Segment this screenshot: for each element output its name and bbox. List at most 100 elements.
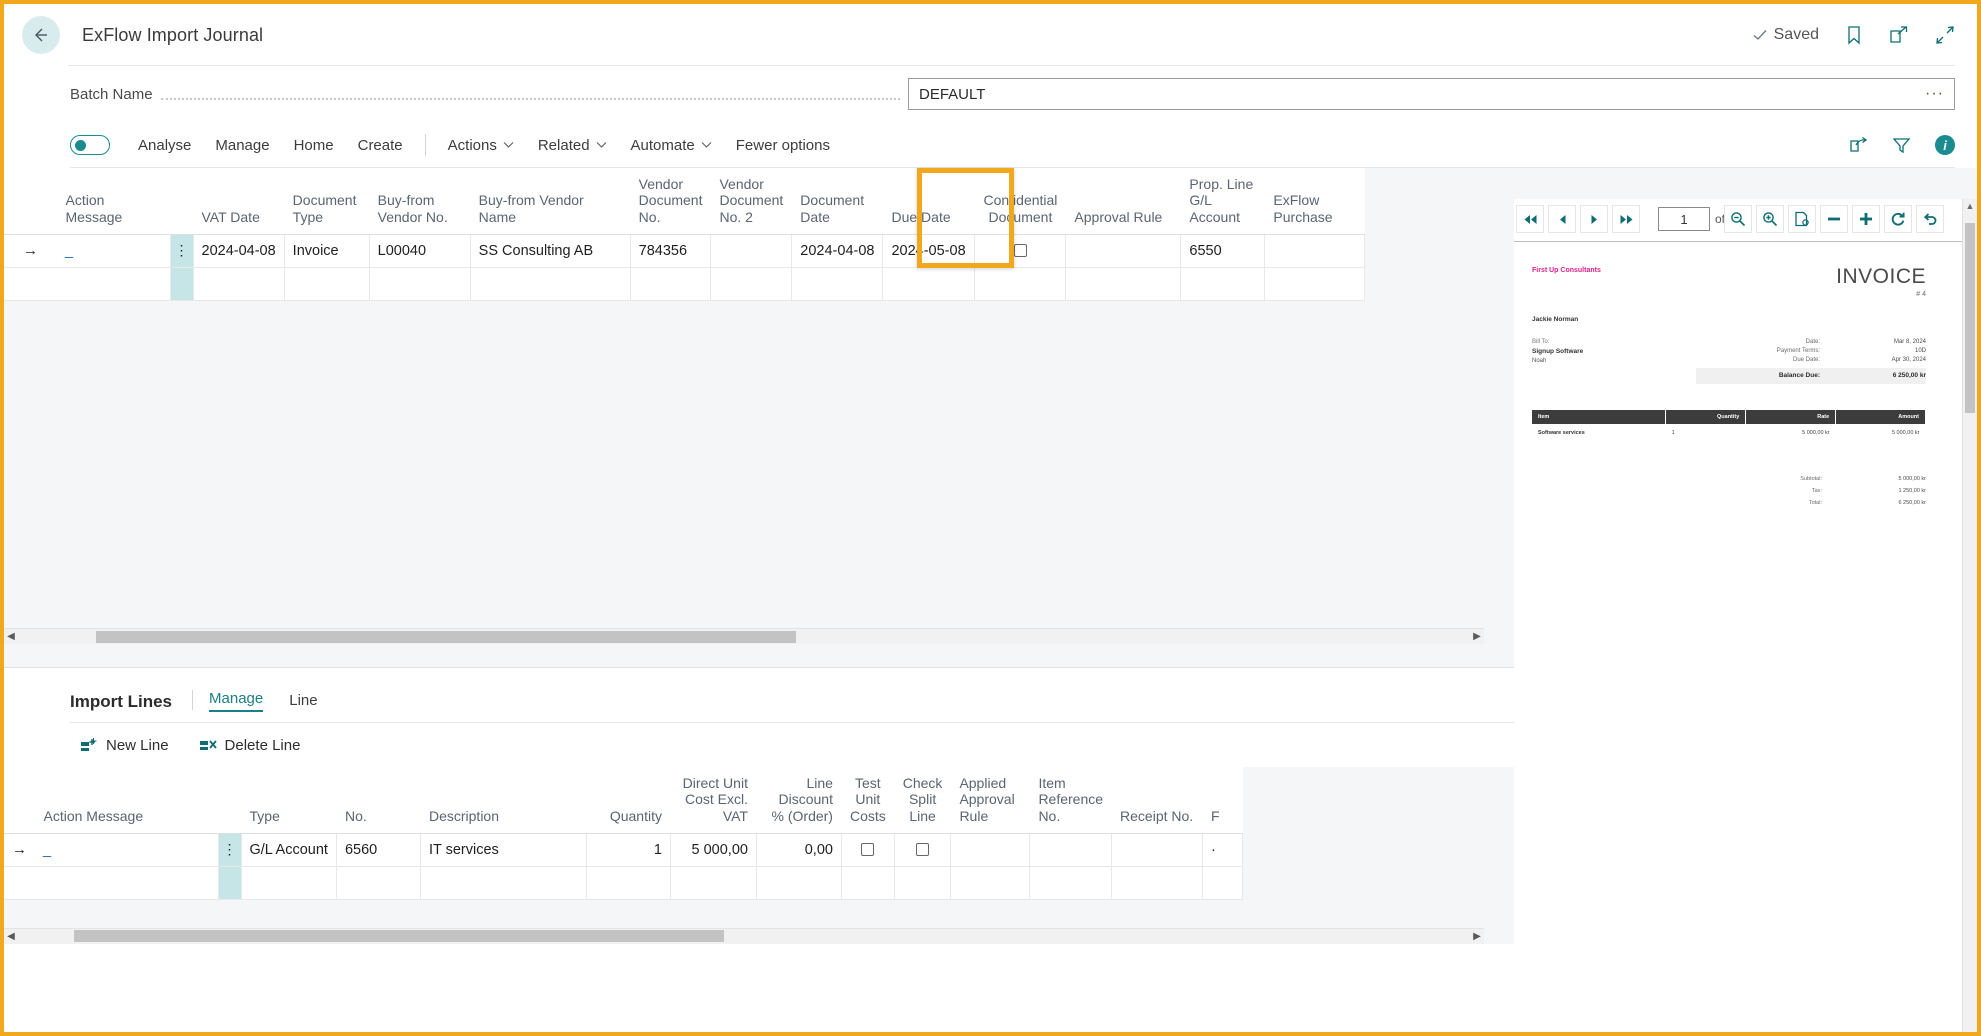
import-lines-grid-scroll[interactable]: Action MessageTypeNo.DescriptionQuantity… [4, 767, 1484, 900]
filter-icon[interactable] [1892, 136, 1911, 154]
new-line-button[interactable]: New Line [80, 737, 169, 754]
column-header-type[interactable]: Type [241, 767, 336, 833]
cell-vendor_document_no_2[interactable] [711, 267, 792, 300]
column-header-vendor_document_no[interactable]: Vendor Document No. [630, 168, 711, 234]
cell-no[interactable] [336, 866, 420, 899]
cell-check_split_line[interactable] [894, 833, 951, 866]
cell-buy_from_vendor_no[interactable] [369, 267, 470, 300]
plus-icon[interactable] [1852, 205, 1880, 233]
column-header-vendor_document_no_2[interactable]: Vendor Document No. 2 [711, 168, 792, 234]
cell-buy_from_vendor_name[interactable]: SS Consulting AB [470, 234, 630, 267]
cell-confidential_document[interactable] [975, 267, 1066, 300]
scroll-track[interactable] [18, 629, 1470, 645]
cell-type[interactable]: G/L Account [241, 833, 336, 866]
scroll-left-arrow[interactable]: ◀ [4, 931, 18, 942]
checkbox-test_unit_costs[interactable] [861, 843, 874, 856]
column-header-buy_from_vendor_no[interactable]: Buy-from Vendor No. [369, 168, 470, 234]
row-options-button[interactable] [170, 267, 193, 300]
row-options-button[interactable] [218, 866, 241, 899]
column-header-document_type[interactable]: Document Type [284, 168, 369, 234]
cell-check_split_line[interactable] [894, 866, 951, 899]
cell-item_reference_no[interactable] [1030, 833, 1112, 866]
cell-action_message[interactable] [57, 267, 170, 300]
column-header-prop_line_gl_account[interactable]: Prop. Line G/L Account [1181, 168, 1265, 234]
cell-buy_from_vendor_no[interactable]: L00040 [369, 234, 470, 267]
cell-vendor_document_no[interactable]: 784356 [630, 234, 711, 267]
ribbon-item-fewer-options[interactable]: Fewer options [724, 137, 842, 154]
last-page-button[interactable] [1612, 205, 1640, 233]
preview-vertical-scrollbar[interactable]: ▲ [1962, 199, 1977, 1032]
delete-line-button[interactable]: Delete Line [199, 737, 301, 754]
table-row[interactable] [4, 866, 1243, 899]
next-page-button[interactable] [1580, 205, 1608, 233]
cell-description[interactable] [420, 866, 586, 899]
analyse-toggle[interactable] [70, 135, 110, 155]
cell-due_date[interactable] [883, 267, 975, 300]
ribbon-item-automate[interactable]: Automate [619, 137, 724, 154]
row-selector-arrow[interactable] [4, 267, 57, 300]
journal-grid-scroll[interactable]: Action MessageVAT DateDocument TypeBuy-f… [4, 168, 1484, 628]
cell-document_type[interactable]: Invoice [284, 234, 369, 267]
scroll-up-arrow[interactable]: ▲ [1963, 199, 1977, 213]
zoom-in-icon[interactable] [1756, 205, 1784, 233]
cell-buy_from_vendor_name[interactable] [470, 267, 630, 300]
cell-more[interactable] [1203, 866, 1243, 899]
zoom-out-icon[interactable] [1724, 205, 1752, 233]
scroll-right-arrow[interactable]: ▶ [1470, 631, 1484, 642]
cell-prop_line_gl_account[interactable]: 6550 [1181, 234, 1265, 267]
column-header-description[interactable]: Description [420, 767, 586, 833]
column-header-test_unit_costs[interactable]: Test Unit Costs [841, 767, 894, 833]
tab-line[interactable]: Line [289, 692, 317, 712]
cell-quantity[interactable]: 1 [586, 833, 670, 866]
column-header-more[interactable]: F [1203, 767, 1243, 833]
scroll-thumb[interactable] [96, 631, 796, 643]
collapse-icon[interactable] [1935, 25, 1955, 45]
column-header-dots[interactable] [170, 168, 193, 234]
column-header-confidential_document[interactable]: Confidential Document [975, 168, 1066, 234]
column-header-no[interactable]: No. [336, 767, 420, 833]
cell-vat_date[interactable]: 2024-04-08 [193, 234, 284, 267]
tab-manage[interactable]: Manage [209, 690, 263, 712]
row-selector-arrow[interactable] [4, 866, 35, 899]
cell-confidential_document[interactable] [975, 234, 1066, 267]
table-row[interactable] [4, 267, 1365, 300]
column-header-action_message[interactable]: Action Message [35, 767, 218, 833]
open-in-new-window-icon[interactable] [1889, 25, 1909, 45]
cell-approval_rule[interactable] [1066, 267, 1181, 300]
cell-line_discount_pct_order[interactable]: 0,00 [756, 833, 841, 866]
column-header-receipt_no[interactable]: Receipt No. [1112, 767, 1203, 833]
ribbon-item-home[interactable]: Home [282, 137, 346, 154]
cell-description[interactable]: IT services [420, 833, 586, 866]
ribbon-item-manage[interactable]: Manage [203, 137, 281, 154]
ribbon-item-create[interactable]: Create [346, 137, 415, 154]
page-number-input[interactable] [1658, 207, 1710, 231]
cell-no[interactable]: 6560 [336, 833, 420, 866]
cell-test_unit_costs[interactable] [841, 833, 894, 866]
cell-due_date[interactable]: 2024-05-08 [883, 234, 975, 267]
batch-name-lookup-button[interactable]: ··· [1925, 85, 1944, 103]
minus-icon[interactable] [1820, 205, 1848, 233]
cell-exflow_purchase[interactable] [1265, 267, 1365, 300]
cell-prop_line_gl_account[interactable] [1181, 267, 1265, 300]
scroll-thumb[interactable] [74, 930, 724, 942]
pdf-document-body[interactable]: First Up Consultants INVOICE # 4 Jackie … [1514, 252, 1964, 552]
scroll-track[interactable] [18, 928, 1470, 944]
cell-item_reference_no[interactable] [1030, 866, 1112, 899]
cell-line_discount_pct_order[interactable] [756, 866, 841, 899]
column-header-exflow_purchase[interactable]: ExFlow Purchase [1265, 168, 1365, 234]
column-header-action_message[interactable]: Action Message [57, 168, 170, 234]
cell-quantity[interactable] [586, 866, 670, 899]
column-header-line_discount_pct_order[interactable]: Line Discount % (Order) [756, 767, 841, 833]
cell-more[interactable]: · [1203, 833, 1243, 866]
info-icon[interactable]: i [1935, 135, 1955, 155]
ribbon-item-actions[interactable]: Actions [436, 137, 526, 154]
cell-vendor_document_no_2[interactable] [711, 234, 792, 267]
cell-action_message[interactable] [35, 866, 218, 899]
column-header-applied_approval_rule[interactable]: Applied Approval Rule [951, 767, 1030, 833]
cell-exflow_purchase[interactable] [1265, 234, 1365, 267]
rotate-icon[interactable] [1884, 205, 1912, 233]
cell-action_message[interactable]: _ [35, 833, 218, 866]
row-options-button[interactable]: ⋮ [218, 833, 241, 866]
cell-receipt_no[interactable] [1112, 833, 1203, 866]
column-header-direct_unit_cost_excl_vat[interactable]: Direct Unit Cost Excl. VAT [670, 767, 756, 833]
